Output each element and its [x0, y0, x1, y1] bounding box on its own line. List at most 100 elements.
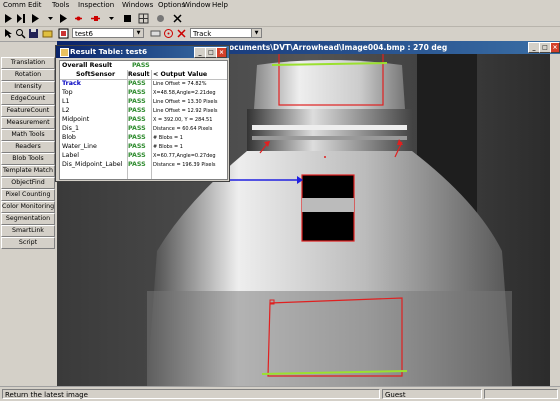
close-icon[interactable]: ×	[550, 42, 560, 53]
row-result: PASS	[128, 80, 146, 87]
measurement-button[interactable]: Measurement	[1, 117, 55, 129]
inspection-select[interactable]: test6 ▼	[72, 28, 144, 38]
row-output: # Blobs = 1	[153, 144, 183, 150]
featurecount-button[interactable]: FeatureCount	[1, 105, 55, 117]
row-output: X=48.58,Angle=2.21deg	[153, 90, 216, 96]
ruler-icon[interactable]	[150, 28, 161, 39]
chevron-down-icon: ▼	[133, 29, 143, 37]
row-name: Blob	[62, 134, 76, 141]
row-output: # Blobs = 1	[153, 135, 183, 141]
close-icon[interactable]	[172, 13, 183, 24]
row-output: X=60.77,Angle=0.27deg	[153, 153, 216, 159]
overall-result-value: PASS	[132, 62, 150, 69]
table-row[interactable]: Midpoint PASS X = 392.00, Y = 284.51	[60, 116, 227, 124]
dropdown-icon-2[interactable]	[106, 13, 117, 24]
window-icon	[60, 48, 69, 57]
header-output-value-text: Output Value	[160, 71, 208, 78]
table-row[interactable]: L1 PASS Line Offset = 13.30 Pixels	[60, 98, 227, 106]
row-name: Label	[62, 152, 79, 159]
rotation-button[interactable]: Rotation	[1, 69, 55, 81]
row-result: PASS	[128, 143, 146, 150]
result-table-title-bar[interactable]: Result Table: test6 _ □ ×	[56, 46, 229, 58]
row-result: PASS	[128, 98, 146, 105]
row-output: Distance = 196.39 Pixels	[153, 162, 216, 168]
vertical-scrollbar[interactable]	[550, 54, 560, 386]
step-icon[interactable]	[16, 13, 27, 24]
menu-tools[interactable]: Tools	[52, 1, 69, 9]
status-user: Guest	[382, 389, 482, 399]
status-message: Return the latest image	[2, 389, 380, 399]
pointer-icon[interactable]	[3, 28, 14, 39]
template-match-button[interactable]: Template Match	[1, 165, 55, 177]
row-output: Line Offset = 74.82%	[153, 81, 207, 87]
menu-window[interactable]: Window	[183, 1, 211, 9]
image-window-title: ocuments\DVT\Arrowhead\Image004.bmp : 27…	[229, 43, 448, 52]
table-row[interactable]: Label PASS X=60.77,Angle=0.27deg	[60, 152, 227, 160]
edgecount-button[interactable]: EdgeCount	[1, 93, 55, 105]
menu-windows[interactable]: Windows	[122, 1, 153, 9]
grid-icon[interactable]	[138, 13, 149, 24]
row-result: PASS	[128, 134, 146, 141]
row-name: Dis_1	[62, 125, 80, 132]
row-result: PASS	[128, 161, 146, 168]
menu-comm[interactable]: Comm	[3, 1, 26, 9]
smartlink-button[interactable]: SmartLink	[1, 225, 55, 237]
settings-icon[interactable]	[155, 13, 166, 24]
menu-options[interactable]: Options	[158, 1, 185, 9]
menu-help[interactable]: Help	[212, 1, 228, 9]
math-tools-button[interactable]: Math Tools	[1, 129, 55, 141]
record-icon[interactable]	[73, 13, 84, 24]
header-output-value: < Output Value	[153, 71, 208, 78]
play-once-icon[interactable]	[30, 13, 41, 24]
close-icon[interactable]: ×	[216, 47, 227, 58]
color-monitoring-button[interactable]: Color Monitoring	[1, 201, 55, 213]
row-output: Distance = 60.64 Pixels	[153, 126, 213, 132]
table-row[interactable]: Blob PASS # Blobs = 1	[60, 134, 227, 142]
blob-tools-button[interactable]: Blob Tools	[1, 153, 55, 165]
overall-result-label: Overall Result	[62, 62, 113, 69]
zoom-icon[interactable]	[15, 28, 26, 39]
script-button[interactable]: Script	[1, 237, 55, 249]
play-icon-2[interactable]	[58, 13, 69, 24]
table-row[interactable]: Top PASS X=48.58,Angle=2.21deg	[60, 89, 227, 97]
sensor-select-value: Track	[193, 30, 212, 38]
translation-button[interactable]: Translation	[1, 57, 55, 69]
table-row[interactable]: L2 PASS Line Offset = 12.92 Pixels	[60, 107, 227, 115]
table-row[interactable]: Dis_Midpoint_Label PASS Distance = 196.3…	[60, 161, 227, 169]
sensor-select[interactable]: Track ▼	[190, 28, 262, 38]
readers-button[interactable]: Readers	[1, 141, 55, 153]
objectfind-button[interactable]: ObjectFind	[1, 177, 55, 189]
table-row[interactable]: Water_Line PASS # Blobs = 1	[60, 143, 227, 151]
stop-icon[interactable]	[122, 13, 133, 24]
intensity-button[interactable]: Intensity	[1, 81, 55, 93]
row-output: X = 392.00, Y = 284.51	[153, 117, 213, 123]
row-name: Dis_Midpoint_Label	[62, 161, 123, 168]
menu-inspection[interactable]: Inspection	[78, 1, 114, 9]
dropdown-icon[interactable]	[45, 13, 56, 24]
menu-edit[interactable]: Edit	[28, 1, 42, 9]
table-row[interactable]: Dis_1 PASS Distance = 60.64 Pixels	[60, 125, 227, 133]
row-name: Water_Line	[62, 143, 97, 150]
overall-result-row: Overall Result PASS	[60, 62, 227, 70]
row-result: PASS	[128, 125, 146, 132]
table-row[interactable]: Track PASS Line Offset = 74.82%	[60, 80, 227, 88]
open-icon[interactable]	[42, 28, 53, 39]
row-name: Top	[62, 89, 73, 96]
header-result: Result	[128, 71, 150, 78]
row-result: PASS	[128, 116, 146, 123]
main-toolbar	[0, 11, 560, 27]
segmentation-button[interactable]: Segmentation	[1, 213, 55, 225]
result-table-window: Result Table: test6 _ □ × Overall Result…	[55, 45, 230, 182]
record-stop-icon[interactable]	[90, 13, 101, 24]
red-cross-icon[interactable]	[176, 28, 187, 39]
row-result: PASS	[128, 89, 146, 96]
play-icon[interactable]	[3, 13, 14, 24]
row-result: PASS	[128, 152, 146, 159]
save-icon[interactable]	[28, 28, 39, 39]
result-table-title: Result Table: test6	[70, 47, 148, 56]
pixel-counting-button[interactable]: Pixel Counting	[1, 189, 55, 201]
target-icon[interactable]	[163, 28, 174, 39]
softsensor-panel: Translation Rotation Intensity EdgeCount…	[0, 55, 55, 385]
sensor-icon[interactable]	[58, 28, 69, 39]
row-result: PASS	[128, 107, 146, 114]
